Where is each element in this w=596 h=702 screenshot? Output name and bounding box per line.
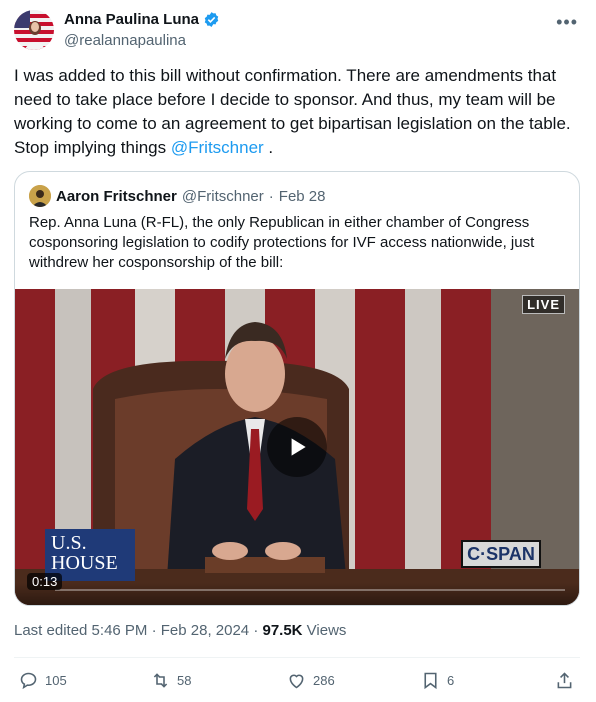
like-count: 286 (313, 673, 335, 688)
repost-icon (153, 673, 168, 688)
tweet-text: I was added to this bill without confirm… (14, 64, 580, 160)
video-progress-bar[interactable] (15, 583, 579, 605)
bookmark-icon (424, 672, 437, 690)
author-name[interactable]: Anna Paulina Luna (64, 11, 199, 28)
bookmark-button[interactable]: 6 (420, 670, 454, 691)
edited-timestamp[interactable]: Last edited 5:46 PM · Feb 28, 2024 · (14, 622, 262, 639)
more-options-icon[interactable]: ••• (556, 12, 578, 33)
verified-badge-icon[interactable] (203, 11, 220, 28)
share-button[interactable] (554, 670, 575, 691)
quoted-tweet-date[interactable]: Feb 28 (279, 188, 326, 205)
reply-count: 105 (45, 673, 67, 688)
quoted-author-avatar (29, 185, 51, 207)
bookmark-count: 6 (447, 673, 455, 688)
tweet-header: Anna Paulina Luna @realannapaulina ••• (14, 10, 582, 50)
share-icon (557, 672, 572, 689)
quoted-avatar-icon (29, 185, 51, 207)
us-house-line1: U.S. (51, 532, 87, 554)
flag-avatar-icon (14, 10, 54, 50)
us-house-line2: HOUSE (51, 552, 118, 574)
divider (14, 657, 580, 658)
tweet-body-end: . (263, 138, 274, 157)
author-name-row: Anna Paulina Luna (64, 11, 220, 28)
action-bar: 105 58 286 6 (14, 670, 580, 696)
video-duration: 0:13 (27, 573, 63, 590)
quoted-tweet-header: Aaron Fritschner @Fritschner · Feb 28 (29, 185, 325, 207)
views-label: Views (302, 622, 347, 639)
quoted-author-name[interactable]: Aaron Fritschner (56, 188, 177, 205)
progress-track[interactable] (55, 589, 565, 591)
views-count: 97.5K (262, 622, 303, 639)
reply-button[interactable]: 105 (18, 670, 67, 691)
cspan-logo: C·SPAN (461, 540, 541, 568)
tweet-body: I was added to this bill without confirm… (14, 66, 571, 157)
like-button[interactable]: 286 (286, 670, 335, 691)
separator-dot: · (268, 187, 274, 205)
live-badge: LIVE (522, 295, 565, 314)
author-handle[interactable]: @realannapaulina (64, 32, 186, 49)
video-player[interactable]: LIVE U.S. HOUSE C·SPAN 0:13 (15, 289, 579, 605)
repost-count: 58 (177, 673, 192, 688)
quoted-tweet-text: Rep. Anna Luna (R-FL), the only Republic… (29, 214, 535, 271)
repost-button[interactable]: 58 (150, 670, 191, 691)
author-avatar[interactable] (14, 10, 54, 50)
heart-icon (289, 674, 304, 689)
reply-icon (20, 672, 37, 690)
quoted-tweet[interactable]: Aaron Fritschner @Fritschner · Feb 28 Re… (14, 171, 580, 606)
tweet-meta: Last edited 5:46 PM · Feb 28, 2024 · 97.… (14, 622, 346, 639)
play-icon (291, 438, 306, 456)
play-button[interactable] (267, 417, 327, 477)
mention-link[interactable]: @Fritschner (171, 138, 264, 157)
quoted-author-handle[interactable]: @Fritschner (182, 188, 264, 205)
